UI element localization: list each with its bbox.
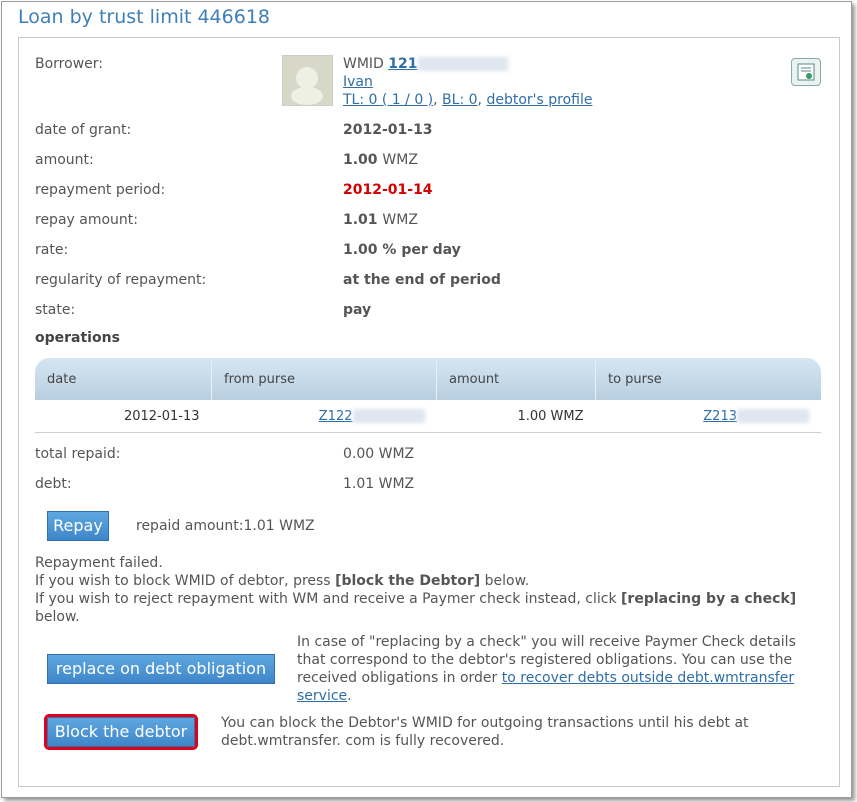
block-the-debtor-button[interactable]: Block the debtor: [44, 714, 198, 750]
rate-label: rate:: [35, 242, 69, 258]
repaid-amount-text: repaid amount:1.01 WMZ: [136, 518, 315, 534]
message-line-3-text: If you wish to reject repayment with WM …: [35, 591, 617, 607]
repay-amount-label: repay amount:: [35, 212, 138, 228]
message-line-2: If you wish to block WMID of debtor, pre…: [35, 572, 815, 590]
amount-unit: WMZ: [382, 152, 418, 168]
message-line-3-end: below.: [35, 609, 80, 625]
block-debtor-hint: [block the Debtor]: [335, 573, 481, 589]
from-purse-redacted: [352, 409, 425, 423]
borrower-avatar: [282, 55, 333, 106]
message-line-1: Repayment failed.: [35, 555, 163, 571]
column-header-to-purse: to purse: [595, 358, 821, 400]
amount-number: 1.00: [343, 152, 378, 168]
amount-value: 1.00 WMZ: [343, 152, 418, 168]
debt-value: 1.01 WMZ: [343, 476, 415, 492]
replace-on-debt-obligation-button[interactable]: replace on debt obligation: [47, 654, 275, 684]
tl-link[interactable]: TL: 0 ( 1 / 0 ): [343, 92, 433, 108]
borrower-name-link[interactable]: Ivan: [343, 74, 373, 90]
wmid-link[interactable]: 121: [388, 56, 417, 72]
repay-button[interactable]: Repay: [47, 511, 109, 541]
column-header-from-purse: from purse: [211, 358, 437, 400]
block-description: You can block the Debtor's WMID for outg…: [221, 715, 749, 749]
cell-date: 2012-01-13: [35, 400, 212, 433]
borrower-info: WMID 121 Ivan TL: 0 ( 1 / 0 ), BL: 0, de…: [343, 56, 593, 108]
repay-amount-value: 1.01 WMZ: [343, 212, 418, 228]
total-repaid-label: total repaid:: [35, 446, 121, 462]
message-line-2-end: below.: [484, 573, 530, 589]
wmid-prefix: WMID: [343, 56, 384, 72]
rate-value: 1.00 % per day: [343, 242, 461, 258]
avatar-placeholder-icon: [291, 67, 323, 105]
message-line-2-text: If you wish to block WMID of debtor, pre…: [35, 573, 331, 589]
operations-table: date from purse amount to purse 2012-01-…: [35, 358, 821, 433]
to-purse-redacted: [737, 409, 809, 423]
replacing-check-hint: [replacing by a check]: [621, 591, 797, 607]
debtor-profile-link[interactable]: debtor's profile: [486, 92, 592, 108]
column-header-date: date: [35, 358, 212, 400]
wmid-redacted: [417, 57, 508, 71]
regularity-label: regularity of repayment:: [35, 272, 207, 288]
borrower-label: Borrower:: [35, 56, 103, 72]
date-of-grant-value: 2012-01-13: [343, 122, 433, 138]
column-header-amount: amount: [436, 358, 596, 400]
to-purse-link[interactable]: Z213: [703, 409, 737, 424]
repayment-period-value: 2012-01-14: [343, 182, 433, 198]
from-purse-link[interactable]: Z122: [319, 409, 353, 424]
debt-label: debt:: [35, 476, 72, 492]
replace-text-end: .: [347, 688, 352, 704]
date-of-grant-label: date of grant:: [35, 122, 132, 138]
bl-link[interactable]: BL: 0: [442, 92, 477, 108]
loan-panel: Borrower: WMID 121 Ivan TL: 0 ( 1 / 0 ),…: [18, 37, 840, 787]
total-repaid-value: 0.00 WMZ: [343, 446, 415, 462]
repay-amount-unit: WMZ: [382, 212, 418, 228]
repayment-period-label: repayment period:: [35, 182, 166, 198]
message-line-3: If you wish to reject repayment with WM …: [35, 590, 815, 626]
page-title: Loan by trust limit 446618: [18, 6, 271, 28]
repay-amount-number: 1.01: [343, 212, 378, 228]
certificate-icon[interactable]: [791, 58, 821, 86]
amount-label: amount:: [35, 152, 94, 168]
operations-heading: operations: [35, 330, 120, 346]
table-row: 2012-01-13 Z122 1.00 WMZ Z213: [35, 400, 821, 433]
state-label: state:: [35, 302, 76, 318]
regularity-value: at the end of period: [343, 272, 501, 288]
cell-to-purse: Z213: [595, 400, 821, 433]
cell-from-purse: Z122: [211, 400, 437, 433]
replace-description: In case of "replacing by a check" you wi…: [297, 633, 807, 705]
cell-amount: 1.00 WMZ: [436, 400, 596, 433]
state-value: pay: [343, 302, 372, 318]
repayment-message: Repayment failed. If you wish to block W…: [35, 554, 815, 626]
